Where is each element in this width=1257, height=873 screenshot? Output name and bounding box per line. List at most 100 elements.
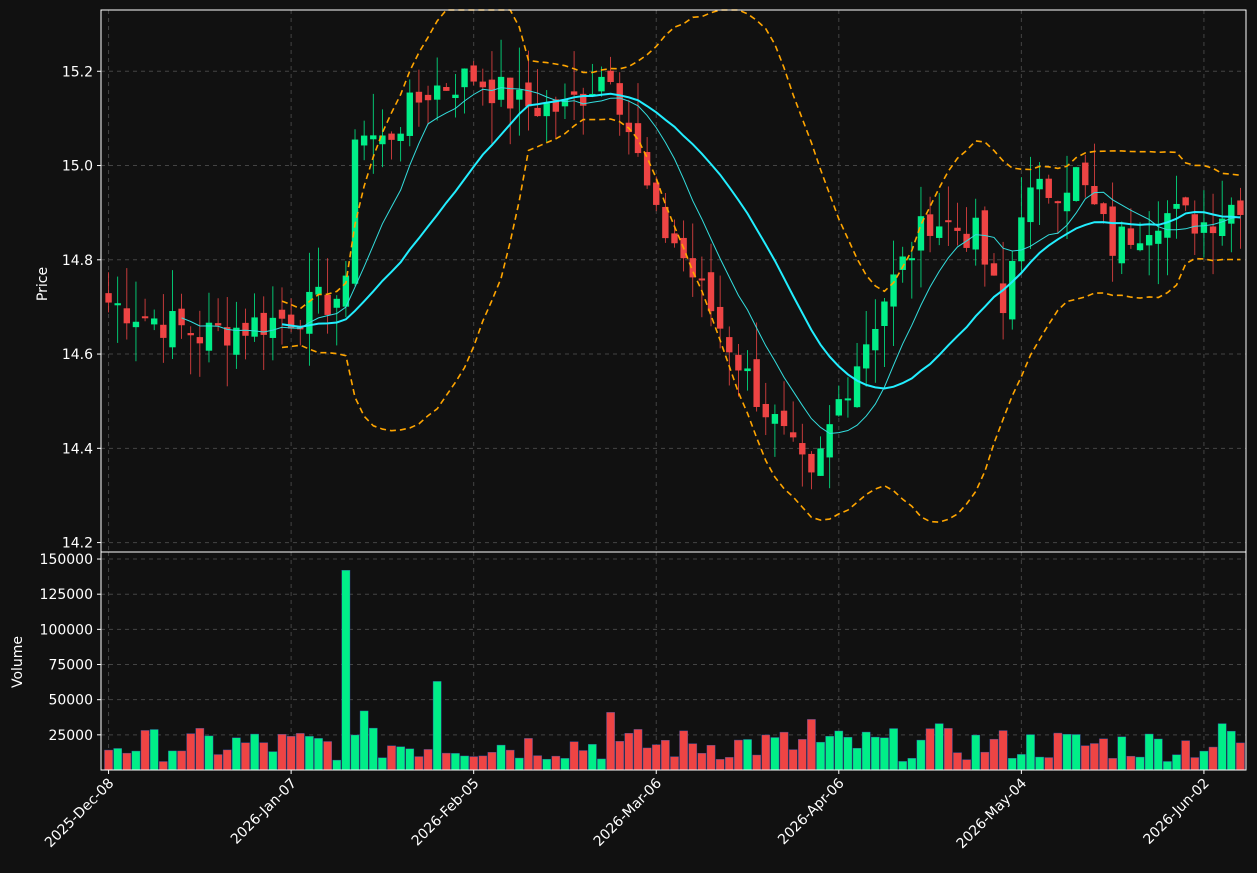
candle-body	[726, 337, 733, 353]
volume-bar	[1217, 723, 1227, 771]
volume-bar	[889, 728, 898, 771]
volume-bar	[378, 757, 387, 771]
volume-tick-label: 150000	[40, 552, 93, 568]
candle-body	[1164, 213, 1171, 238]
volume-bar	[807, 719, 816, 771]
volume-bar	[998, 730, 1008, 771]
volume-bar	[1099, 738, 1108, 771]
volume-bar	[341, 570, 351, 771]
volume-bar	[916, 739, 926, 771]
volume-bar	[788, 749, 798, 771]
volume-bar	[861, 731, 871, 771]
candle-body	[324, 294, 331, 315]
volume-bar	[159, 761, 168, 771]
volume-bar	[1208, 746, 1218, 771]
volume-bar	[423, 749, 433, 771]
price-tick-label: 14.4	[62, 441, 93, 457]
candle-body	[1018, 217, 1025, 262]
volume-bar	[460, 755, 469, 771]
volume-bar	[186, 733, 196, 771]
candle-body	[1136, 243, 1144, 251]
volume-bar	[743, 739, 752, 771]
candle-body	[1109, 206, 1116, 256]
candle-body	[771, 414, 779, 424]
candle-body	[333, 298, 340, 308]
volume-bar	[1080, 745, 1090, 771]
volume-bar	[1044, 757, 1054, 771]
volume-bar	[1017, 754, 1026, 771]
candle-body	[716, 306, 724, 329]
volume-bar	[1062, 734, 1072, 771]
volume-bar	[724, 757, 734, 771]
candle-body	[607, 70, 614, 83]
volume-bar	[305, 736, 314, 771]
volume-bar	[204, 735, 214, 771]
volume-bar	[797, 739, 807, 771]
volume-bar	[250, 733, 259, 771]
volume-bar	[241, 742, 250, 771]
volume-bar	[441, 752, 451, 771]
volume-bar	[925, 728, 935, 771]
volume-bar	[1153, 738, 1163, 771]
volume-bar	[1007, 758, 1017, 771]
candle-body	[397, 133, 404, 142]
volume-bar	[971, 734, 981, 771]
price-tick-label: 14.2	[62, 536, 93, 552]
volume-bar	[651, 744, 661, 771]
candle-body	[698, 278, 706, 281]
volume-bar	[432, 681, 442, 771]
volume-bar	[113, 748, 122, 771]
candle-body	[1082, 162, 1089, 186]
candle-body	[488, 79, 496, 104]
volume-bar	[414, 756, 424, 771]
volume-bar	[1236, 742, 1245, 771]
volume-bar	[1163, 761, 1172, 771]
candle-body	[306, 291, 313, 334]
volume-bar	[880, 737, 889, 771]
candle-body	[1200, 222, 1208, 233]
volume-bar	[752, 754, 761, 771]
candle-body	[525, 82, 532, 107]
volume-bar	[1199, 750, 1209, 771]
volume-bar	[1135, 756, 1145, 771]
volume-bar	[405, 748, 415, 771]
volume-bar	[168, 750, 177, 771]
candle-body	[1191, 214, 1198, 234]
volume-bar	[1227, 730, 1236, 771]
volume-bar	[615, 741, 625, 771]
candle-body	[160, 324, 167, 338]
volume-bar	[871, 736, 880, 771]
volume-bar	[715, 759, 725, 771]
volume-bar	[679, 730, 688, 771]
volume-bar	[980, 751, 990, 771]
volume-bar	[688, 743, 698, 771]
volume-bar	[953, 752, 962, 771]
candle-body	[890, 274, 897, 307]
candle-body	[105, 293, 112, 303]
volume-bar	[843, 737, 853, 771]
candle-body	[780, 410, 788, 427]
volume-bar	[359, 710, 369, 771]
candle-body	[808, 453, 815, 473]
candle-body	[388, 133, 395, 140]
price-tick-label: 14.8	[62, 253, 93, 269]
volume-bar	[314, 738, 323, 771]
candle-body	[242, 322, 249, 336]
volume-bar	[1090, 743, 1099, 771]
volume-bar	[1181, 740, 1190, 771]
candle-body	[634, 123, 642, 154]
volume-bar	[387, 745, 396, 771]
candle-body	[1063, 192, 1071, 212]
candle-body	[1054, 201, 1062, 204]
candle-body	[735, 354, 742, 371]
candle-body	[1209, 226, 1217, 234]
candle-body	[872, 328, 879, 351]
volume-tick-label: 125000	[40, 587, 93, 603]
candle-body	[817, 448, 824, 476]
volume-bar	[907, 758, 917, 771]
candle-body	[945, 220, 952, 223]
candle-body	[762, 403, 769, 418]
candle-body	[1155, 230, 1162, 244]
volume-bar	[588, 744, 597, 771]
candle-body	[507, 77, 514, 109]
